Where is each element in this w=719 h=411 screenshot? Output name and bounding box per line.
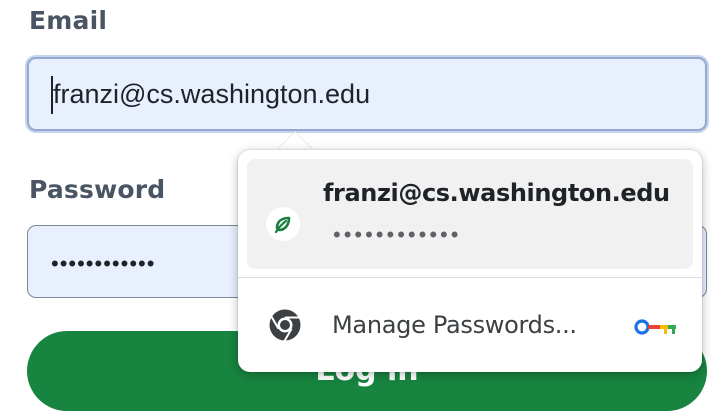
popup-pointer — [277, 132, 313, 150]
email-field[interactable]: franzi@cs.washington.edu — [27, 57, 707, 131]
manage-passwords-label: Manage Passwords... — [332, 311, 577, 339]
email-value: franzi@cs.washington.edu — [53, 79, 371, 109]
key-icon — [634, 319, 676, 335]
text-caret — [51, 76, 53, 114]
password-value: •••••••••••• — [51, 251, 156, 276]
credential-password-mask: •••••••••••• — [333, 222, 462, 247]
saved-credential-item[interactable]: franzi@cs.washington.edu •••••••••••• — [247, 159, 693, 269]
credential-username: franzi@cs.washington.edu — [323, 179, 670, 207]
leaf-icon — [266, 207, 300, 241]
email-label: Email — [29, 6, 108, 35]
manage-passwords-item[interactable]: Manage Passwords... — [238, 278, 702, 372]
password-autofill-popup: franzi@cs.washington.edu •••••••••••• Ma… — [238, 150, 702, 372]
chrome-icon — [269, 309, 301, 342]
password-label: Password — [29, 175, 166, 204]
